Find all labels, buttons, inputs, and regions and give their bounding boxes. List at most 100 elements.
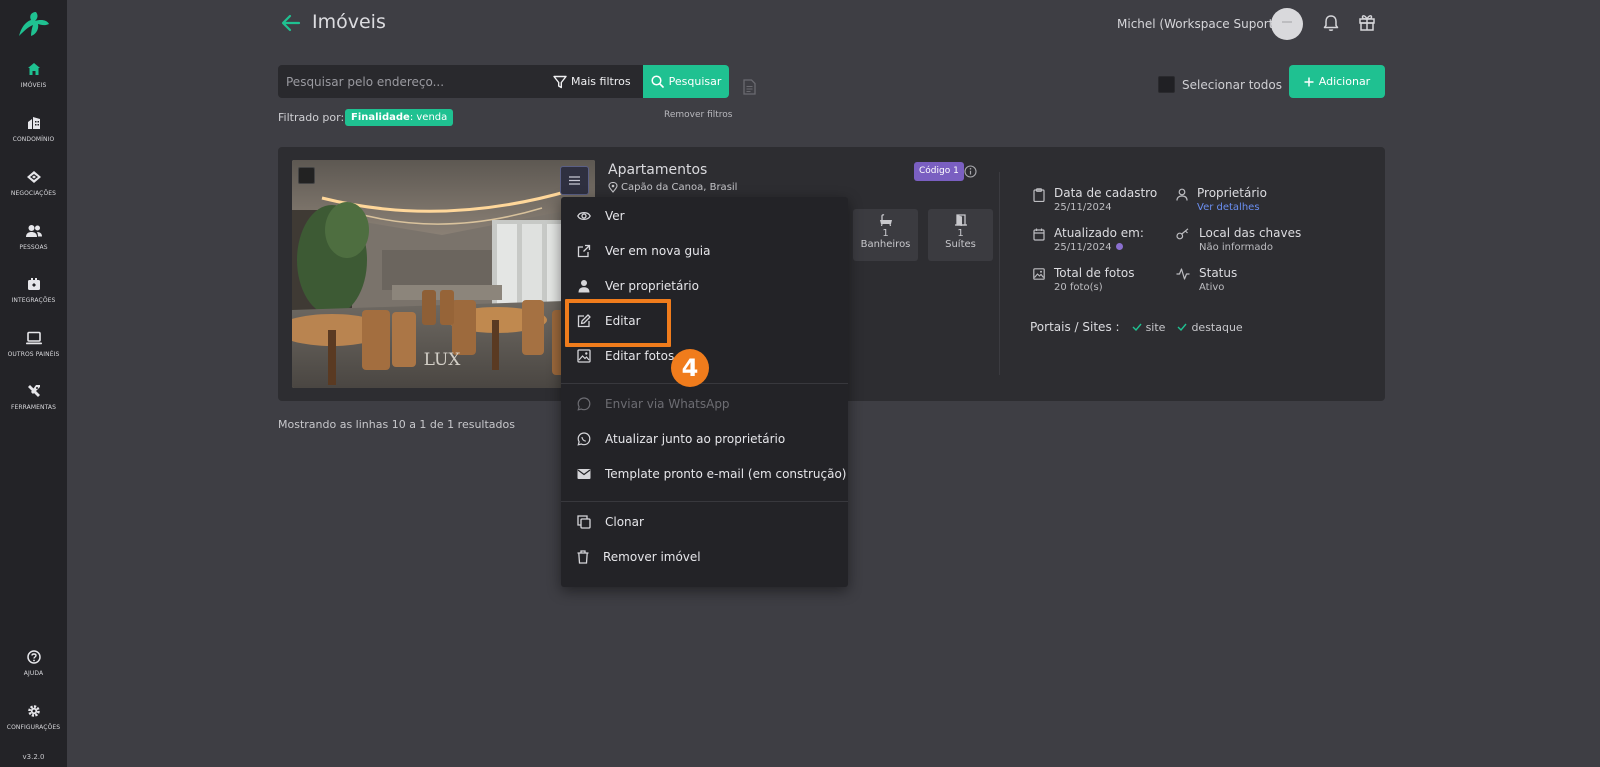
sidebar-item-label: OUTROS PAINÉIS [7,351,60,358]
sidebar-item-imoveis[interactable]: IMÓVEIS [0,62,67,89]
activity-icon [1176,268,1190,280]
remove-filters-link[interactable]: Remover filtros [664,110,732,120]
sidebar-item-outros-paineis[interactable]: OUTROS PAINÉIS [0,331,67,358]
image-icon [577,349,591,363]
menu-separator [561,501,848,502]
card-divider [999,172,1000,375]
app-logo[interactable] [17,10,51,38]
feature-label: Banheiros [860,239,911,250]
avatar[interactable] [1271,8,1303,40]
portal-item-site: site [1132,321,1165,334]
menu-separator [561,383,848,384]
menu-item-label: Enviar via WhatsApp [605,397,730,411]
meta-title: Atualizado em: [1054,226,1144,240]
menu-item-ver[interactable]: Ver [561,200,848,232]
property-photo[interactable]: LUX [292,160,595,388]
feature-suites: 1 Suítes [928,209,993,261]
menu-item-enviar-whatsapp: Enviar via WhatsApp [561,388,848,420]
updated-status-dot [1115,243,1123,250]
select-all-control[interactable]: Selecionar todos [1158,76,1282,93]
sidebar: IMÓVEIS CONDOMÍNIO NEGOCIAÇÕES PESSOAS I… [0,0,67,767]
clipboard-icon [1033,188,1045,202]
add-button[interactable]: Adicionar [1289,65,1385,98]
bell-icon[interactable] [1323,14,1339,32]
page-title: Imóveis [312,11,386,33]
external-link-icon [577,244,591,258]
handshake-icon [26,171,41,183]
gift-icon[interactable] [1358,13,1376,31]
person-icon [578,280,590,293]
search-icon [651,75,664,88]
sidebar-item-label: INTEGRAÇÕES [11,297,56,304]
whatsapp-icon [577,397,591,411]
sidebar-item-pessoas[interactable]: PESSOAS [0,224,67,251]
sidebar-item-integracoes[interactable]: INTEGRAÇÕES [0,277,67,304]
property-actions-button[interactable] [560,166,589,195]
meta-title: Local das chaves [1199,226,1302,240]
owner-details-link[interactable]: Ver detalhes [1197,202,1267,213]
monitor-icon [25,331,42,345]
meta-photos: Total de fotos 20 foto(s) [1033,266,1135,293]
sidebar-item-label: NEGOCIAÇÕES [10,190,57,197]
sidebar-item-condominio[interactable]: CONDOMÍNIO [0,116,67,143]
filter-chip-key: Finalidade [351,112,410,123]
sidebar-item-configuracoes[interactable]: CONFIGURAÇÕES [0,704,67,731]
integrations-icon [27,278,40,290]
document-icon[interactable] [743,79,756,95]
property-select-checkbox[interactable] [298,167,315,184]
check-icon [1132,323,1142,331]
back-arrow-icon[interactable] [280,12,302,34]
search-button-label: Pesquisar [668,75,722,88]
sidebar-item-label: AJUDA [23,670,44,677]
copy-icon [577,515,591,529]
meta-updated: Atualizado em: 25/11/2024 [1033,226,1144,253]
calendar-icon [1033,228,1045,241]
image-icon [1033,268,1045,280]
meta-keys: Local das chaves Não informado [1176,226,1301,253]
add-button-label: Adicionar [1318,75,1371,88]
door-icon [954,214,967,226]
bathtub-icon [879,214,892,226]
property-location-text: Capão da Canoa, Brasil [621,182,738,193]
search-button[interactable]: Pesquisar [643,65,729,98]
photo-watermark: LUX [424,350,462,370]
people-icon [25,225,42,237]
sidebar-item-label: PESSOAS [19,244,48,251]
meta-value: 25/11/2024 [1054,242,1112,253]
property-type[interactable]: Apartamentos [608,162,707,178]
gear-icon [27,705,40,717]
sidebar-item-ajuda[interactable]: AJUDA [0,650,67,677]
plus-icon [1304,77,1314,86]
meta-value: 25/11/2024 [1054,202,1112,213]
info-icon[interactable] [964,165,977,178]
menu-item-template-email[interactable]: Template pronto e-mail (em construção) [561,458,848,490]
step-number-badge: 4 [671,349,709,387]
sidebar-item-negociacoes[interactable]: NEGOCIAÇÕES [0,170,67,197]
menu-item-ver-nova-guia[interactable]: Ver em nova guia [561,235,848,267]
sidebar-item-ferramentas[interactable]: FERRAMENTAS [0,384,67,411]
menu-item-label: Editar fotos [605,349,675,363]
meta-title: Data de cadastro [1054,186,1158,200]
more-filters-button[interactable]: Mais filtros [553,65,631,98]
menu-item-atualizar-proprietario[interactable]: Atualizar junto ao proprietário [561,423,848,455]
whatsapp-icon [577,432,591,446]
menu-item-label: Remover imóvel [603,550,701,564]
portals-label: Portais / Sites : [1030,320,1120,334]
menu-item-label: Template pronto e-mail (em construção) [605,467,847,481]
portal-name: destaque [1191,320,1243,334]
menu-item-ver-proprietario[interactable]: Ver proprietário [561,270,848,302]
help-icon [26,650,41,664]
search-bar: Mais filtros [278,65,643,98]
meta-title: Proprietário [1197,186,1267,200]
more-filters-label: Mais filtros [571,75,631,88]
filter-chip-finalidade[interactable]: Finalidade: venda [345,109,454,126]
select-all-checkbox[interactable] [1158,76,1175,93]
meta-title: Total de fotos [1054,266,1135,280]
menu-item-clonar[interactable]: Clonar [561,506,848,538]
filter-chip-value: : venda [409,112,448,123]
app-version: v3.2.0 [22,753,45,761]
user-name[interactable]: Michel (Workspace Suporte) [1117,17,1285,31]
menu-item-remover[interactable]: Remover imóvel [561,541,848,573]
search-input[interactable] [286,65,536,98]
property-actions-menu: Ver Ver em nova guia Ver proprietário Ed… [561,197,848,587]
